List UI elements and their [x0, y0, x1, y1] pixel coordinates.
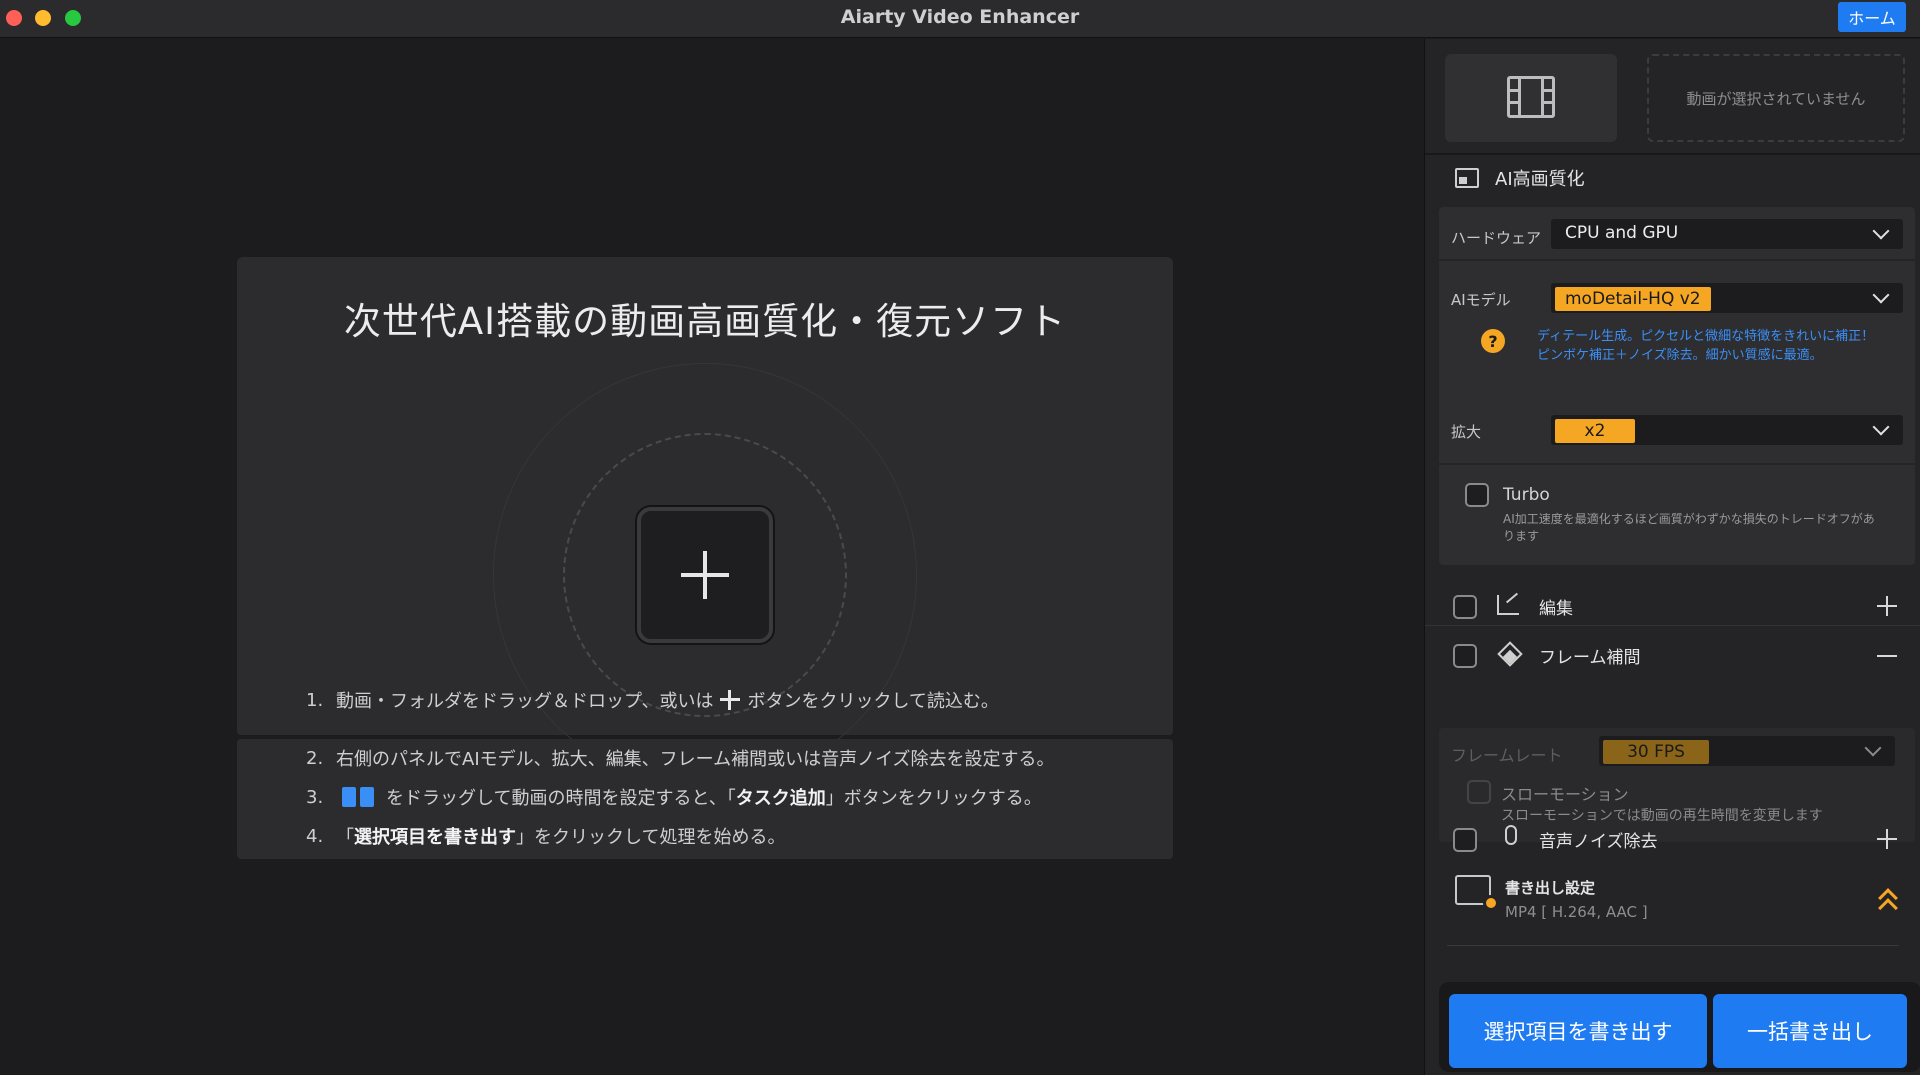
frame-interp-icon: [1497, 641, 1523, 667]
microphone-icon: [1505, 825, 1517, 845]
frame-rate-label: フレームレート: [1451, 746, 1563, 765]
export-settings[interactable]: 書き出し設定 MP4 [ H.264, AAC ]: [1425, 855, 1920, 953]
frame-interp-label: フレーム補間: [1539, 648, 1641, 668]
export-settings-title: 書き出し設定: [1505, 879, 1596, 897]
export-format: MP4 [ H.264, AAC ]: [1505, 903, 1648, 921]
slow-motion-checkbox[interactable]: [1467, 780, 1491, 804]
ai-enhance-settings: ハードウェア CPU and GPU AIモデル moDetail-HQ v2 …: [1439, 207, 1915, 565]
edit-label: 編集: [1539, 599, 1573, 619]
step-1: 1. 動画・フォルダをドラッグ＆ドロップ、或いは ボタンをクリックして読込む。: [306, 689, 999, 713]
trim-handles-icon: [342, 787, 374, 807]
turbo-description: AI加工速度を最適化するほど画質がわずかな損失のトレードオフがあ ります: [1503, 512, 1875, 543]
slow-motion-label: スローモーション: [1501, 785, 1629, 804]
ai-model-description: ディテール生成。ピクセルと微細な特徴をきれいに補正！ ピンボケ補正＋ノイズ除去。…: [1537, 329, 1875, 363]
edit-icon: [1497, 592, 1519, 615]
scale-label: 拡大: [1451, 423, 1482, 441]
audio-denoise-label: 音声ノイズ除去: [1539, 832, 1658, 852]
ai-model-select[interactable]: moDetail-HQ v2: [1551, 283, 1903, 313]
help-icon[interactable]: ?: [1481, 329, 1505, 353]
expand-audio-denoise-button[interactable]: [1877, 829, 1897, 849]
headline: 次世代AI搭載の動画高画質化・復元ソフト: [343, 300, 1067, 343]
instructions-card: 2. 右側のパネルでAIモデル、拡大、編集、フレーム補間或いは音声ノイズ除去を設…: [237, 739, 1173, 859]
settings-panel: 動画が選択されていません AI高画質化 ハードウェア CPU and GPU A…: [1424, 39, 1920, 1075]
chevron-down-icon: [1872, 286, 1890, 304]
title-bar: Aiarty Video Enhancer ホーム: [0, 0, 1920, 38]
step-4: 4. 「 選択項目を書き出す 」をクリックして処理を始める。: [306, 825, 786, 849]
hardware-select[interactable]: CPU and GPU: [1551, 219, 1903, 249]
export-all-button[interactable]: 一括書き出し: [1713, 994, 1907, 1068]
edit-checkbox[interactable]: [1453, 595, 1477, 619]
frame-interp-checkbox[interactable]: [1453, 644, 1477, 668]
ai-model-label: AIモデル: [1451, 291, 1511, 309]
home-button[interactable]: ホーム: [1838, 2, 1906, 32]
drop-zone-card[interactable]: 次世代AI搭載の動画高画質化・復元ソフト 1. 動画・フォルダをドラッグ＆ドロッ…: [237, 257, 1173, 787]
chevron-down-icon: [1872, 418, 1890, 436]
turbo-checkbox[interactable]: [1465, 483, 1489, 507]
collapse-frame-interp-button[interactable]: [1877, 655, 1897, 657]
chevron-down-icon: [1872, 222, 1890, 240]
frame-rate-select[interactable]: 30 FPS: [1599, 736, 1895, 766]
turbo-label: Turbo: [1503, 485, 1550, 505]
upscale-icon: [1455, 168, 1479, 188]
export-selected-button[interactable]: 選択項目を書き出す: [1449, 994, 1707, 1068]
window-title: Aiarty Video Enhancer: [840, 6, 1080, 28]
add-video-button[interactable]: [637, 507, 773, 643]
step-3: 3. をドラッグして動画の時間を設定すると、「 タスク追加 」ボタンをクリックす…: [306, 786, 1042, 810]
step-2: 2. 右側のパネルでAIモデル、拡大、編集、フレーム補間或いは音声ノイズ除去を設…: [306, 747, 1055, 771]
hardware-label: ハードウェア: [1451, 229, 1542, 247]
slow-motion-description: スローモーションでは動画の再生時間を変更します: [1501, 808, 1823, 824]
plus-icon: [719, 689, 741, 711]
expand-edit-button[interactable]: [1877, 596, 1897, 616]
film-icon: [1507, 76, 1555, 118]
main-area: 次世代AI搭載の動画高画質化・復元ソフト 1. 動画・フォルダをドラッグ＆ドロッ…: [0, 39, 1423, 1075]
chevron-down-icon: [1864, 739, 1882, 757]
audio-denoise-checkbox[interactable]: [1453, 828, 1477, 852]
gear-icon: [1483, 895, 1499, 911]
scale-select[interactable]: x2: [1551, 415, 1903, 445]
no-video-placeholder: 動画が選択されていません: [1647, 54, 1905, 142]
ai-enhance-header: AI高画質化: [1455, 165, 1585, 191]
divider: [1425, 153, 1920, 155]
video-thumbnail: [1445, 54, 1617, 142]
